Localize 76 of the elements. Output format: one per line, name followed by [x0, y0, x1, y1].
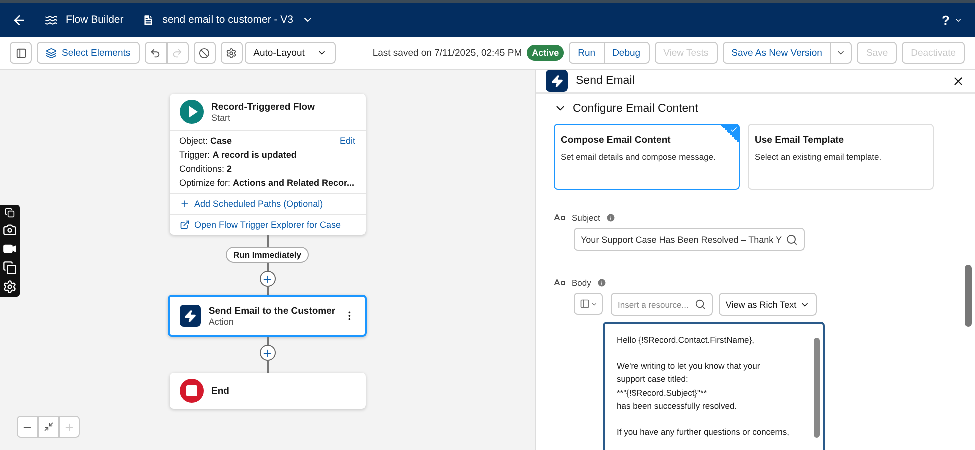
- edit-link[interactable]: Edit: [340, 136, 356, 146]
- insert-button[interactable]: [574, 293, 603, 315]
- trigger-detail: Object: Case: [180, 136, 232, 146]
- info-icon: [606, 213, 616, 223]
- lightning-icon: [180, 305, 201, 327]
- field-label: Body: [572, 278, 592, 288]
- body-text-line: Hello {!$Record.Contact.FirstName},: [617, 334, 754, 347]
- node-link[interactable]: Add Scheduled Paths (Optional): [170, 193, 366, 214]
- path-label: Run Immediately: [226, 247, 309, 263]
- trigger-detail: Optimize for: Actions and Related Recor...: [180, 178, 355, 188]
- toolbar-button[interactable]: Run: [569, 42, 605, 64]
- video-icon[interactable]: [3, 242, 17, 256]
- resource-search-field[interactable]: Insert a resource...: [611, 293, 713, 316]
- subject-field[interactable]: Your Support Case Has Been Resolved – Thank Y: [574, 228, 805, 251]
- view-mode-dropdown[interactable]: View as Rich Text: [718, 293, 817, 316]
- help-menu[interactable]: ?: [942, 12, 950, 28]
- shrink-icon: [44, 422, 54, 432]
- add-element-button[interactable]: [260, 271, 276, 287]
- search-icon: [694, 299, 706, 310]
- node-subtitle: Action: [208, 316, 235, 326]
- stop-icon: [180, 379, 204, 403]
- play-icon: [180, 100, 204, 124]
- select-elements-button[interactable]: Select Elements: [37, 42, 140, 64]
- settings-icon[interactable]: [3, 280, 17, 294]
- panel-icon: [16, 48, 26, 58]
- undo-button[interactable]: [144, 42, 167, 64]
- fit-view-button[interactable]: [38, 416, 59, 438]
- trigger-detail: Trigger: A record is updated: [180, 150, 297, 160]
- option-card[interactable]: Compose Email Content Set email details and compose message.: [554, 124, 740, 190]
- status-badge: Active: [527, 45, 564, 61]
- settings-button[interactable]: [220, 42, 243, 64]
- last-saved-text: Last saved on 7/11/2025, 02:45 PM: [372, 48, 522, 58]
- cancel-button[interactable]: [194, 42, 216, 64]
- windows-icon[interactable]: [3, 261, 17, 275]
- plus-icon: [262, 348, 273, 358]
- body-text-line: We're writing to let you know that your: [617, 360, 760, 373]
- node-title: End: [212, 386, 230, 396]
- body-editor[interactable]: Hello {!$Record.Contact.FirstName}, We're writing to let you know that your support case titled: **"{!$Record.Subject}"** has been successfully resolved. If you have any further questions or concerns,: [603, 322, 825, 450]
- plus-icon: [180, 199, 190, 209]
- action-node[interactable]: Send Email to the Customer Action: [168, 295, 367, 337]
- info-icon: [597, 278, 608, 288]
- search-icon: [786, 234, 798, 246]
- layers-icon: [46, 48, 57, 58]
- body-text-line: If you have any further questions or concerns,: [617, 426, 790, 439]
- undo-icon: [150, 48, 162, 58]
- option-card[interactable]: Use Email Template Select an existing email template.: [748, 124, 934, 190]
- external-link-icon: [180, 220, 190, 230]
- redo-icon: [172, 48, 184, 58]
- scrollbar-thumb: [965, 265, 972, 327]
- panel-title: Send Email: [576, 75, 635, 87]
- toolbar-button[interactable]: Save As New Version: [722, 42, 832, 64]
- body-text-line: **"{!$Record.Subject}"**: [617, 386, 708, 400]
- gear-icon: [226, 48, 238, 58]
- node-title: Record-Triggered Flow: [212, 102, 315, 112]
- caret-icon: [590, 300, 598, 308]
- trigger-detail: Conditions: 2: [180, 164, 232, 174]
- add-element-button[interactable]: [260, 345, 276, 361]
- panel-icon: [580, 299, 590, 309]
- toggle-panel-button[interactable]: [10, 42, 32, 64]
- document-icon: [142, 14, 155, 26]
- ban-icon: [199, 48, 210, 58]
- app-title: Flow Builder: [66, 14, 124, 26]
- section-toggle[interactable]: Configure Email Content: [554, 102, 698, 115]
- flow-name: send email to customer - V3: [162, 14, 294, 26]
- body-text-line: support case titled:: [617, 373, 688, 386]
- camera-icon[interactable]: [3, 223, 17, 237]
- node-subtitle: Start: [212, 112, 232, 122]
- field-label: Subject: [572, 213, 600, 223]
- body-text-line: has been successfully resolved.: [617, 400, 738, 413]
- layout-dropdown[interactable]: Auto-Layout: [244, 42, 336, 64]
- node-link[interactable]: Open Flow Trigger Explorer for Case: [170, 214, 366, 235]
- toolbar-button[interactable]: Debug: [604, 42, 650, 64]
- plus-icon: [64, 422, 75, 432]
- node-title: Send Email to the Customer: [208, 306, 336, 316]
- plus-icon: [262, 274, 273, 284]
- close-icon[interactable]: [952, 74, 965, 88]
